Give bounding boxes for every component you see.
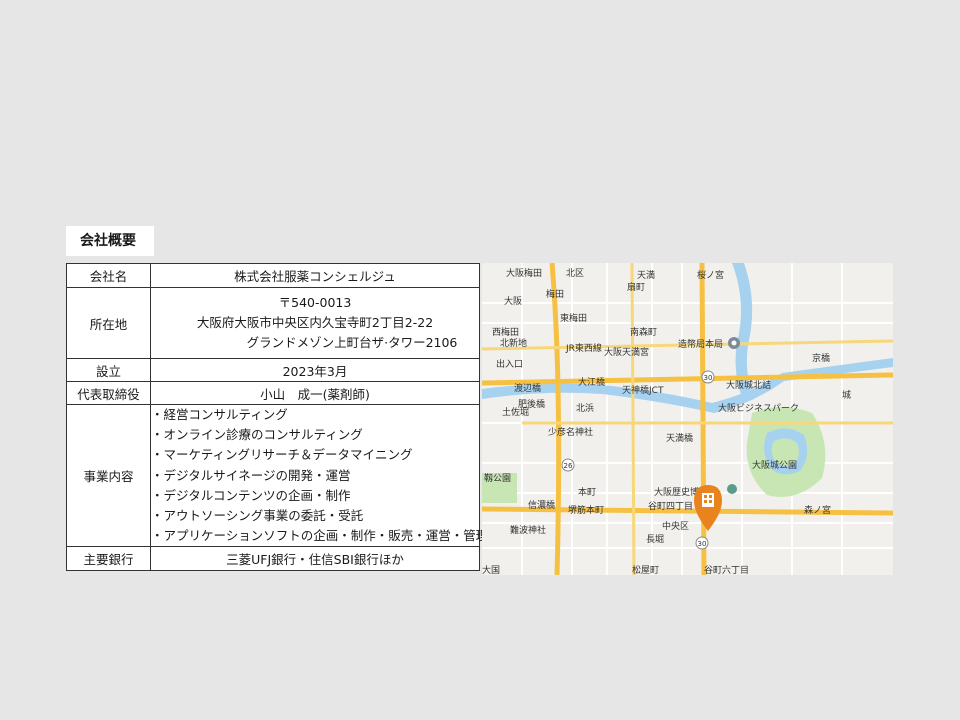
map-label: 長堀: [646, 534, 664, 545]
business-item: ・マーケティングリサーチ＆データマイニング: [151, 447, 413, 463]
route-marker: 30: [704, 374, 713, 382]
map-label: 城: [842, 390, 851, 401]
company-name-label: 会社名: [66, 263, 151, 288]
founded-label: 設立: [66, 358, 151, 382]
map-label: 難波神社: [510, 524, 546, 536]
map-label: 天満橋: [666, 432, 693, 444]
poi-pin-icon[interactable]: [728, 337, 740, 349]
map-label: 堺筋本町: [568, 504, 604, 516]
map-label: 大阪城北詰: [726, 379, 771, 391]
map-label: 北区: [566, 268, 584, 279]
route-marker: 30: [698, 540, 707, 548]
map-label: 天満: [637, 270, 655, 281]
map-label: 扇町: [627, 281, 645, 293]
map-label: 大阪ビジネスパーク: [718, 402, 799, 414]
museum-pin-icon[interactable]: [727, 484, 737, 494]
bank-value: 三菱UFJ銀行・住信SBI銀行ほか: [150, 546, 480, 572]
table-row-bank: 主要銀行 三菱UFJ銀行・住信SBI銀行ほか: [66, 546, 480, 572]
map-label: 信濃橋: [528, 499, 555, 511]
representative-label: 代表取締役: [66, 381, 151, 405]
founded-value: 2023年3月: [150, 358, 480, 382]
bank-label: 主要銀行: [66, 546, 151, 572]
business-item: ・デジタルコンテンツの企画・制作: [151, 487, 351, 503]
business-value: ・経営コンサルティング ・オンライン診療のコンサルティング ・マーケティングリサ…: [150, 403, 489, 548]
representative-value: 小山 成一(薬剤師): [150, 381, 480, 405]
map-label: 北浜: [576, 403, 594, 414]
map-label: 京橋: [812, 352, 830, 364]
map-canvas[interactable]: 大阪梅田 北区 天満 桜ノ宮 扇町 大阪 梅田 東梅田 南森町 西梅田 北新地 …: [482, 263, 893, 575]
map-label: 渡辺橋: [514, 382, 541, 394]
map-label: JR東西線: [565, 342, 602, 354]
business-item: ・アプリケーションソフトの企画・制作・販売・運営・管理: [151, 528, 489, 544]
map-label: 本町: [578, 486, 596, 498]
map-label: 靱公園: [484, 472, 511, 484]
map-label: 南森町: [630, 326, 657, 338]
company-info-table: 会社名 株式会社服薬コンシェルジュ 所在地 〒540-0013 大阪府大阪市中央…: [66, 263, 489, 572]
map-label: 松屋町: [632, 564, 659, 575]
table-row-business: 事業内容 ・経営コンサルティング ・オンライン診療のコンサルティング ・マーケテ…: [66, 403, 489, 548]
map-label: 天神橋JCT: [622, 384, 664, 396]
location-map[interactable]: 大阪梅田 北区 天満 桜ノ宮 扇町 大阪 梅田 東梅田 南森町 西梅田 北新地 …: [482, 263, 893, 575]
map-label: 中央区: [662, 520, 689, 532]
map-label: 大江橋: [578, 376, 605, 388]
map-label: 少彦名神社: [548, 426, 593, 438]
address-value: 〒540-0013 大阪府大阪市中央区内久宝寺町2丁目2-22 グランドメゾン上…: [150, 287, 480, 359]
map-label: 大国: [482, 564, 500, 575]
map-label: 大阪天満宮: [604, 346, 649, 358]
map-label: 西梅田: [492, 326, 519, 338]
map-label: 梅田: [546, 288, 564, 300]
address-line1: 大阪府大阪市中央区内久宝寺町2丁目2-22: [196, 315, 434, 330]
map-label: 桜ノ宮: [697, 269, 724, 281]
table-row-founded: 設立 2023年3月: [66, 358, 480, 382]
table-row-address: 所在地 〒540-0013 大阪府大阪市中央区内久宝寺町2丁目2-22 グランド…: [66, 287, 480, 359]
map-label: 大阪城公園: [752, 459, 797, 471]
business-list: ・経営コンサルティング ・オンライン診療のコンサルティング ・マーケティングリサ…: [151, 405, 489, 546]
business-item: ・デジタルサイネージの開発・運営: [151, 467, 351, 483]
address-postal: 〒540-0013: [278, 295, 352, 310]
business-item: ・アウトソーシング事業の委託・受託: [151, 508, 364, 524]
map-label: 出入口: [496, 358, 523, 370]
company-name-value: 株式会社服薬コンシェルジュ: [150, 263, 480, 288]
map-label: 大阪: [504, 295, 522, 307]
table-row-company-name: 会社名 株式会社服薬コンシェルジュ: [66, 263, 480, 288]
address-line2: グランドメゾン上町台ザ·タワー2106: [246, 335, 458, 350]
map-label: 谷町四丁目: [648, 501, 693, 512]
business-item: ・オンライン診療のコンサルティング: [151, 427, 363, 443]
table-row-representative: 代表取締役 小山 成一(薬剤師): [66, 381, 480, 405]
route-marker: 26: [564, 462, 573, 470]
map-label: 造幣局本局: [678, 338, 723, 350]
section-heading: 会社概要: [66, 226, 154, 256]
map-label: 森ノ宮: [804, 504, 831, 516]
business-item: ・経営コンサルティング: [151, 407, 288, 422]
map-label: 大阪梅田: [506, 267, 542, 279]
map-label: 谷町六丁目: [704, 564, 749, 575]
address-label: 所在地: [66, 287, 151, 359]
business-label: 事業内容: [66, 403, 151, 548]
map-label: 北新地: [500, 337, 527, 349]
map-label: 東梅田: [560, 312, 587, 324]
map-label: 土佐堀: [502, 406, 529, 418]
